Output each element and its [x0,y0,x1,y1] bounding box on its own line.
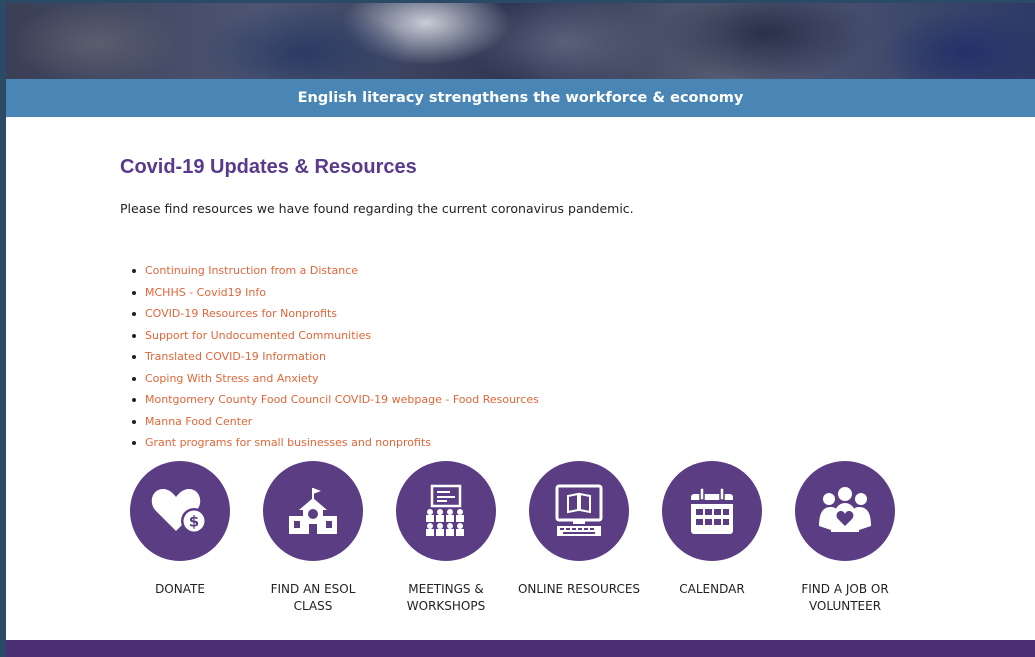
list-item: Support for Undocumented Communities [132,327,539,349]
computer-book-icon [555,484,603,536]
resource-link[interactable]: Manna Food Center [145,415,252,428]
tile-label[interactable]: FIND AN ESOL CLASS [253,581,373,615]
page-title: Covid-19 Updates & Resources [120,156,417,178]
resource-link[interactable]: Support for Undocumented Communities [145,329,371,342]
meetings-workshops-button[interactable] [396,461,496,561]
resource-link-list: Continuing Instruction from a Distance M… [132,262,539,456]
tile-label[interactable]: FIND A JOB OR VOLUNTEER [795,581,895,615]
tile-label[interactable]: ONLINE RESOURCES [509,581,649,598]
tile-online-resources[interactable]: ONLINE RESOURCES [518,461,640,598]
tile-label[interactable]: MEETINGS & WORKSHOPS [406,581,486,615]
list-item: COVID-19 Resources for Nonprofits [132,305,539,327]
presentation-audience-icon [426,484,464,536]
resource-link[interactable]: Translated COVID-19 Information [145,350,326,363]
resource-link[interactable]: MCHHS - Covid19 Info [145,286,266,299]
site-footer [6,640,1035,657]
tagline-text: English literacy strengthens the workfor… [297,90,744,106]
tile-calendar[interactable]: CALENDAR [652,461,772,598]
resource-link[interactable]: Grant programs for small businesses and … [145,436,431,449]
tile-find-esol-class[interactable]: FIND AN ESOL CLASS [253,461,373,615]
resource-link[interactable]: Continuing Instruction from a Distance [145,264,358,277]
tile-donate[interactable]: $ DONATE [120,461,240,598]
tile-label[interactable]: CALENDAR [652,581,772,598]
list-item: Coping With Stress and Anxiety [132,370,539,392]
tile-label[interactable]: DONATE [120,581,240,598]
hero-image [6,3,1035,79]
online-resources-button[interactable] [529,461,629,561]
list-item: Montgomery County Food Council COVID-19 … [132,391,539,413]
tagline-banner: English literacy strengthens the workfor… [6,79,1035,117]
list-item: Continuing Instruction from a Distance [132,262,539,284]
list-item: MCHHS - Covid19 Info [132,284,539,306]
resource-link[interactable]: Coping With Stress and Anxiety [145,372,319,385]
calendar-icon [691,487,733,534]
list-item: Grant programs for small businesses and … [132,434,539,456]
svg-text:$: $ [189,513,199,531]
resource-link[interactable]: COVID-19 Resources for Nonprofits [145,307,337,320]
tile-find-job-volunteer[interactable]: FIND A JOB OR VOLUNTEER [785,461,905,615]
people-heart-icon [819,487,871,532]
resource-link[interactable]: Montgomery County Food Council COVID-19 … [145,393,539,406]
tile-meetings-workshops[interactable]: MEETINGS & WORKSHOPS [386,461,506,615]
calendar-button[interactable] [662,461,762,561]
find-esol-class-button[interactable] [263,461,363,561]
list-item: Translated COVID-19 Information [132,348,539,370]
heart-dollar-icon: $ [151,489,207,534]
school-building-icon [289,488,337,534]
intro-text: Please find resources we have found rega… [120,201,634,216]
find-job-volunteer-button[interactable] [795,461,895,561]
main-content: Covid-19 Updates & Resources Please find… [120,150,1000,229]
list-item: Manna Food Center [132,413,539,435]
donate-button[interactable]: $ [130,461,230,561]
